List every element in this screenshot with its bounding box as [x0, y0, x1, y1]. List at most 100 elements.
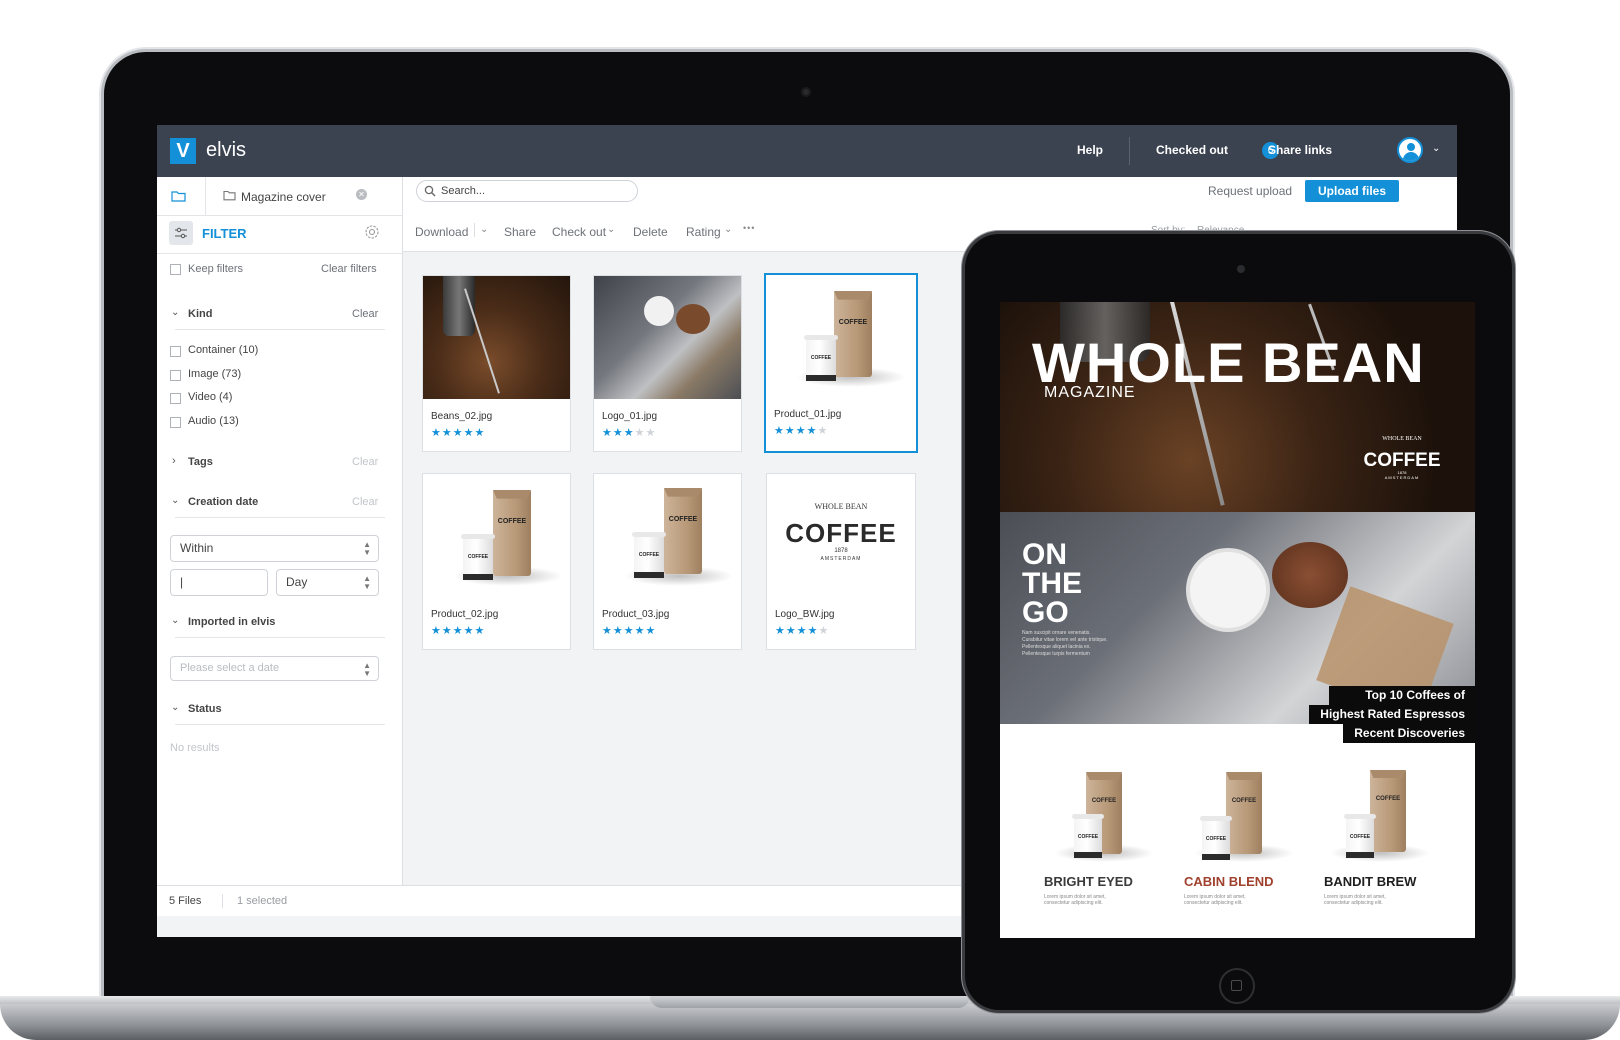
- star-filled-icon[interactable]: ★: [646, 625, 657, 637]
- check-out-chevron-icon[interactable]: ⌄: [607, 224, 615, 235]
- coffee-bag-shape: COFFEE: [834, 291, 872, 377]
- more-options-icon[interactable]: •••: [743, 223, 755, 233]
- status-chevron-icon[interactable]: ⌄: [171, 702, 179, 713]
- star-filled-icon[interactable]: ★: [624, 625, 635, 637]
- logo-year-text: 1878: [834, 548, 848, 554]
- request-upload-link[interactable]: Request upload: [1208, 184, 1292, 198]
- filter-sliders-icon[interactable]: [169, 221, 193, 245]
- asset-card[interactable]: Logo_01.jpg ★★★★★: [593, 275, 742, 452]
- star-filled-icon[interactable]: ★: [796, 425, 807, 437]
- asset-card[interactable]: COFFEE COFFEE Product_02.jpg ★★★★★: [422, 473, 571, 650]
- star-filled-icon[interactable]: ★: [431, 427, 442, 439]
- star-filled-icon[interactable]: ★: [775, 625, 786, 637]
- checked-out-link[interactable]: Checked out: [1156, 143, 1228, 157]
- clear-filters-link[interactable]: Clear filters: [321, 263, 377, 275]
- star-filled-icon[interactable]: ★: [774, 425, 785, 437]
- star-filled-icon[interactable]: ★: [808, 625, 819, 637]
- tags-section-label[interactable]: Tags: [188, 456, 213, 468]
- kind-container-checkbox[interactable]: [170, 346, 181, 357]
- asset-card[interactable]: COFFEE COFFEE Product_03.jpg ★★★★★: [593, 473, 742, 650]
- cover-tag: Top 10 Coffees of 2015: [1329, 686, 1475, 721]
- kind-image-checkbox[interactable]: [170, 370, 181, 381]
- within-select[interactable]: Within ▲ ▼: [170, 535, 379, 562]
- kind-image-label: Image (73): [188, 368, 242, 380]
- creation-date-clear-link[interactable]: Clear: [352, 496, 378, 508]
- star-filled-icon[interactable]: ★: [464, 427, 475, 439]
- date-amount-input[interactable]: |: [170, 569, 268, 596]
- asset-card[interactable]: WHOLE BEAN COFFEE 1878 AMSTERDAM Logo_BW…: [766, 473, 916, 650]
- check-out-button[interactable]: Check out: [552, 225, 606, 239]
- download-chevron-icon[interactable]: ⌄: [480, 224, 488, 235]
- rating-button[interactable]: Rating: [686, 225, 721, 239]
- keep-filters-checkbox[interactable]: [170, 264, 181, 275]
- imported-date-placeholder: Please select a date: [180, 662, 280, 674]
- asset-rating[interactable]: ★★★★★: [602, 624, 656, 637]
- download-button[interactable]: Download: [415, 225, 468, 239]
- asset-rating[interactable]: ★★★★★: [602, 426, 656, 439]
- cookie-shape: [676, 304, 710, 334]
- rating-chevron-icon[interactable]: ⌄: [724, 224, 732, 235]
- star-filled-icon[interactable]: ★: [613, 625, 624, 637]
- star-filled-icon[interactable]: ★: [602, 427, 613, 439]
- close-tab-icon[interactable]: ✕: [356, 189, 367, 200]
- kind-audio-checkbox[interactable]: [170, 417, 181, 428]
- star-empty-icon[interactable]: ★: [646, 427, 657, 439]
- star-filled-icon[interactable]: ★: [475, 625, 486, 637]
- asset-rating[interactable]: ★★★★★: [774, 424, 828, 437]
- star-filled-icon[interactable]: ★: [786, 625, 797, 637]
- gear-icon[interactable]: [364, 224, 380, 240]
- coffee-cup-shape: COFFEE: [804, 335, 838, 381]
- star-filled-icon[interactable]: ★: [475, 427, 486, 439]
- tags-chevron-icon[interactable]: ›: [172, 455, 176, 467]
- star-filled-icon[interactable]: ★: [785, 425, 796, 437]
- star-filled-icon[interactable]: ★: [797, 625, 808, 637]
- imported-date-select[interactable]: Please select a date ▲ ▼: [170, 656, 379, 681]
- collection-tab-label[interactable]: Magazine cover: [241, 190, 326, 204]
- star-empty-icon[interactable]: ★: [635, 427, 646, 439]
- asset-rating[interactable]: ★★★★★: [775, 624, 829, 637]
- star-filled-icon[interactable]: ★: [635, 625, 646, 637]
- star-empty-icon[interactable]: ★: [818, 425, 829, 437]
- star-filled-icon[interactable]: ★: [431, 625, 442, 637]
- date-unit-select[interactable]: Day ▲ ▼: [276, 569, 379, 596]
- share-links-link[interactable]: Share links: [1268, 143, 1332, 157]
- star-filled-icon[interactable]: ★: [807, 425, 818, 437]
- creation-date-section-label[interactable]: Creation date: [188, 496, 258, 508]
- kind-chevron-icon[interactable]: ⌄: [171, 307, 179, 318]
- star-filled-icon[interactable]: ★: [613, 427, 624, 439]
- filter-divider: [157, 253, 402, 254]
- filter-title: FILTER: [202, 226, 247, 241]
- section-divider: [175, 329, 385, 330]
- status-section-label[interactable]: Status: [188, 703, 222, 715]
- star-empty-icon[interactable]: ★: [819, 625, 830, 637]
- star-filled-icon[interactable]: ★: [602, 625, 613, 637]
- elvis-logo[interactable]: V: [170, 138, 196, 164]
- kind-clear-link[interactable]: Clear: [352, 308, 378, 320]
- asset-card-selected[interactable]: COFFEE COFFEE Product_01.jpg ★★★★★: [764, 273, 918, 453]
- chevron-down-icon[interactable]: ⌄: [1432, 143, 1440, 154]
- asset-card[interactable]: Beans_02.jpg ★★★★★: [422, 275, 571, 452]
- creation-date-chevron-icon[interactable]: ⌄: [171, 495, 179, 506]
- help-link[interactable]: Help: [1077, 143, 1103, 157]
- tags-clear-link[interactable]: Clear: [352, 456, 378, 468]
- imported-section-label[interactable]: Imported in elvis: [188, 616, 275, 628]
- star-filled-icon[interactable]: ★: [442, 625, 453, 637]
- asset-filename: Logo_BW.jpg: [775, 609, 835, 620]
- kind-section-label[interactable]: Kind: [188, 308, 212, 320]
- star-filled-icon[interactable]: ★: [453, 625, 464, 637]
- imported-chevron-icon[interactable]: ⌄: [171, 615, 179, 626]
- asset-rating[interactable]: ★★★★★: [431, 624, 485, 637]
- coffee-bag-shape: COFFEE: [664, 488, 702, 574]
- kind-video-checkbox[interactable]: [170, 393, 181, 404]
- share-button[interactable]: Share: [504, 225, 536, 239]
- star-filled-icon[interactable]: ★: [442, 427, 453, 439]
- star-filled-icon[interactable]: ★: [624, 427, 635, 439]
- folders-tab[interactable]: [157, 177, 206, 215]
- search-input[interactable]: Search...: [416, 180, 638, 202]
- user-avatar[interactable]: [1397, 137, 1423, 163]
- upload-files-button[interactable]: Upload files: [1305, 180, 1399, 202]
- star-filled-icon[interactable]: ★: [464, 625, 475, 637]
- asset-rating[interactable]: ★★★★★: [431, 426, 485, 439]
- delete-button[interactable]: Delete: [633, 225, 668, 239]
- star-filled-icon[interactable]: ★: [453, 427, 464, 439]
